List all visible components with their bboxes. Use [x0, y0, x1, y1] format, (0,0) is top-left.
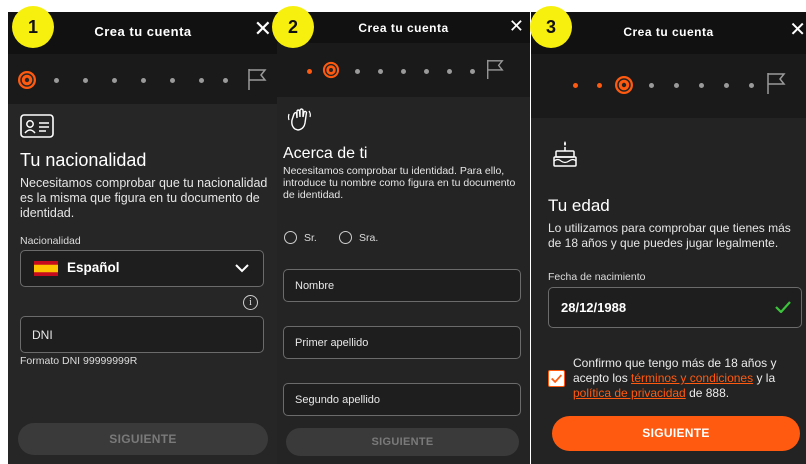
progress-dot: [447, 69, 452, 74]
radio-mr-label: Sr.: [304, 232, 317, 244]
confirm-text-part: y la: [753, 371, 776, 385]
soccer-ball-icon: [615, 76, 633, 94]
radio-mrs[interactable]: [339, 231, 352, 244]
progress-bar: [531, 54, 806, 118]
close-icon[interactable]: ✕: [509, 17, 524, 35]
progress-dot: [355, 69, 360, 74]
nationality-value: Español: [67, 260, 120, 275]
progress-dot: [83, 78, 88, 83]
next-button[interactable]: SIGUIENTE: [286, 428, 519, 456]
dni-format-hint: Formato DNI 99999999R: [20, 355, 138, 367]
progress-dot: [170, 78, 175, 83]
first-name-placeholder: Nombre: [295, 280, 335, 292]
progress-dot: [749, 83, 754, 88]
soccer-ball-icon: [322, 61, 340, 79]
birthday-cake-icon: [553, 141, 577, 167]
progress-dot: [401, 69, 406, 74]
second-surname-placeholder: Segundo apellido: [295, 394, 381, 406]
radio-mrs-label: Sra.: [359, 232, 379, 244]
progress-dot: [724, 83, 729, 88]
header: Crea tu cuenta ✕: [531, 12, 806, 54]
chevron-down-icon: [235, 264, 249, 273]
description: Lo utilizamos para comprobar que tienes …: [548, 221, 791, 250]
progress-dot: [424, 69, 429, 74]
progress-dot-complete: [597, 83, 602, 88]
step-badge-1: 1: [12, 6, 54, 48]
progress-dot: [470, 69, 475, 74]
radio-mr[interactable]: [284, 231, 297, 244]
close-icon[interactable]: ✕: [254, 18, 272, 40]
close-icon[interactable]: ✕: [789, 20, 806, 40]
finish-flag-icon: [248, 69, 267, 90]
dob-value: 28/12/1988: [561, 300, 627, 315]
confirm-text-part: de 888.: [685, 386, 730, 400]
first-name-input[interactable]: Nombre: [283, 269, 521, 302]
checkbox-check-icon: [551, 374, 562, 383]
progress-dot: [674, 83, 679, 88]
finish-flag-icon: [767, 73, 786, 94]
step-badge-3: 3: [530, 6, 572, 48]
spain-flag-icon: [34, 261, 58, 276]
id-card-icon: [20, 114, 54, 138]
check-icon: [775, 301, 791, 313]
progress-dot: [699, 83, 704, 88]
next-button[interactable]: SIGUIENTE: [18, 423, 268, 455]
progress-bar: [277, 43, 530, 97]
progress-dot: [223, 78, 228, 83]
progress-dot: [378, 69, 383, 74]
header-title: Crea tu cuenta: [623, 25, 714, 39]
confirm-text: Confirmo que tengo más de 18 años y acep…: [573, 356, 801, 401]
dob-input[interactable]: 28/12/1988: [548, 287, 802, 328]
about-you-screen: Crea tu cuenta ✕ Acerca de ti Necesitamo…: [277, 12, 530, 464]
page-title: Acerca de ti: [283, 145, 368, 162]
progress-dot: [54, 78, 59, 83]
progress-dot: [199, 78, 204, 83]
nationality-label: Nacionalidad: [20, 235, 81, 247]
first-surname-placeholder: Primer apellido: [295, 337, 369, 349]
second-surname-input[interactable]: Segundo apellido: [283, 383, 521, 416]
description: Necesitamos comprobar que tu nacionalida…: [20, 176, 268, 220]
first-surname-input[interactable]: Primer apellido: [283, 326, 521, 359]
nationality-screen: Crea tu cuenta ✕ Tu nacionalidad Necesit…: [8, 12, 278, 464]
page-title: Tu edad: [548, 196, 610, 215]
page-title: Tu nacionalidad: [20, 150, 147, 170]
waving-hand-icon: [287, 108, 311, 131]
description: Necesitamos comprobar tu identidad. Para…: [283, 165, 516, 201]
info-icon[interactable]: i: [243, 295, 258, 310]
header: Crea tu cuenta ✕: [277, 12, 530, 43]
dni-input[interactable]: DNI: [20, 316, 264, 353]
dob-label: Fecha de nacimiento: [548, 271, 646, 283]
privacy-link[interactable]: política de privacidad: [573, 386, 686, 400]
finish-flag-icon: [487, 59, 504, 79]
nationality-select[interactable]: Español: [20, 250, 264, 287]
soccer-ball-icon: [18, 71, 36, 89]
step-badge-2: 2: [272, 6, 314, 48]
header-title: Crea tu cuenta: [358, 21, 449, 35]
confirm-checkbox[interactable]: [548, 370, 565, 387]
next-button[interactable]: SIGUIENTE: [552, 416, 800, 451]
progress-dot: [649, 83, 654, 88]
terms-link[interactable]: términos y condiciones: [631, 371, 753, 385]
age-screen: Crea tu cuenta ✕ Tu edad Lo utilizamos p…: [531, 12, 806, 464]
progress-dot: [112, 78, 117, 83]
dni-placeholder: DNI: [32, 328, 53, 342]
progress-dot-complete: [307, 69, 312, 74]
progress-dot-complete: [573, 83, 578, 88]
progress-bar: [8, 54, 278, 104]
progress-dot: [141, 78, 146, 83]
